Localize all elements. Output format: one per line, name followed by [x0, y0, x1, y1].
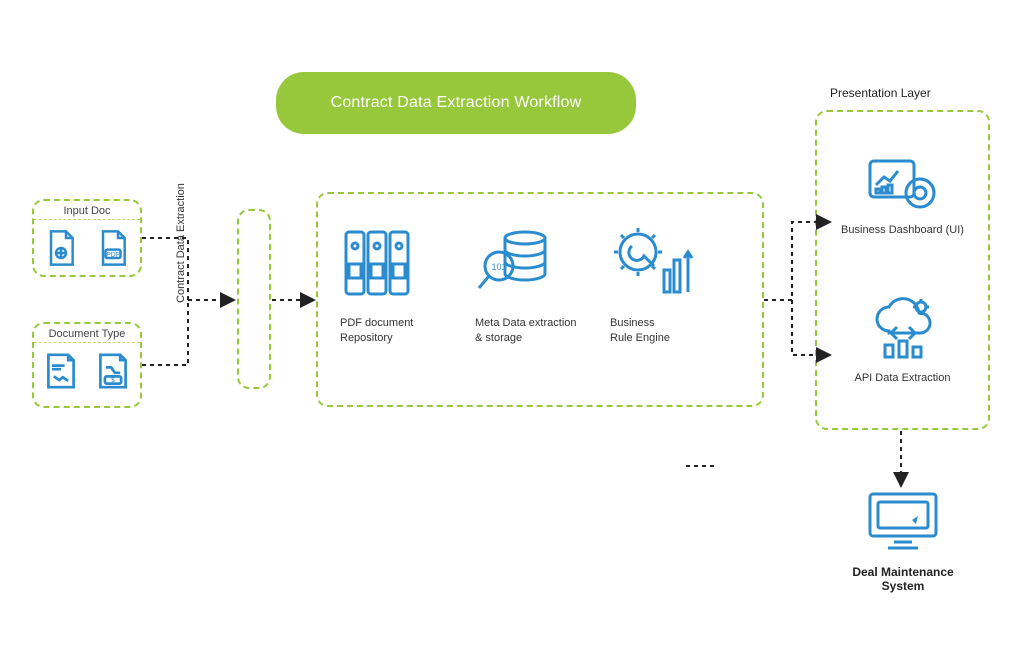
- contract-data-extraction-box: Contract Data Extraction: [237, 209, 271, 389]
- cloud-api-icon: [867, 352, 939, 366]
- gear-wrench-chart-icon: [610, 218, 696, 308]
- presentation-layer-box: Business Dashboard (UI) API Data Extract…: [815, 110, 990, 430]
- rule-label-2: Rule Engine: [610, 332, 670, 344]
- pdf-file-icon: PDF: [96, 228, 130, 271]
- rule-label-1: Business: [610, 317, 655, 329]
- repo-label-2: Repository: [340, 332, 393, 344]
- search-database-icon: 101: [475, 218, 555, 308]
- binders-icon: [340, 218, 422, 308]
- document-type-box: Document Type $: [32, 322, 142, 408]
- pdf-repository-cell: PDF document Repository: [340, 218, 470, 346]
- input-doc-box: Input Doc PDF: [32, 199, 142, 277]
- document-type-header: Document Type: [34, 324, 140, 343]
- rule-engine-cell: Business Rule Engine: [610, 218, 740, 346]
- svg-text:$: $: [111, 377, 115, 384]
- deal-maintenance-label: Deal Maintenance System: [838, 565, 968, 593]
- handshake-doc-icon: [43, 351, 79, 394]
- api-label: API Data Extraction: [855, 372, 951, 384]
- deal-maintenance-block: Deal Maintenance System: [838, 488, 968, 593]
- metadata-cell: 101 Meta Data extraction & storage: [475, 218, 605, 346]
- meta-label-2: & storage: [475, 332, 522, 344]
- dashboard-label: Business Dashboard (UI): [841, 224, 964, 236]
- money-doc-icon: $: [95, 351, 131, 394]
- monitor-icon: [864, 543, 942, 557]
- svg-text:PDF: PDF: [106, 251, 119, 258]
- workflow-title: Contract Data Extraction Workflow: [276, 72, 636, 134]
- svg-text:101: 101: [491, 262, 506, 272]
- processing-group: PDF document Repository 101 Meta Data ex…: [316, 192, 764, 407]
- file-generic-icon: [44, 228, 78, 271]
- presentation-layer-header: Presentation Layer: [830, 86, 931, 100]
- contract-data-extraction-label: Contract Data Extraction: [166, 153, 196, 333]
- meta-label-1: Meta Data extraction: [475, 317, 577, 329]
- input-doc-header: Input Doc: [34, 201, 140, 220]
- repo-label-1: PDF document: [340, 317, 413, 329]
- dashboard-icon: [866, 204, 938, 218]
